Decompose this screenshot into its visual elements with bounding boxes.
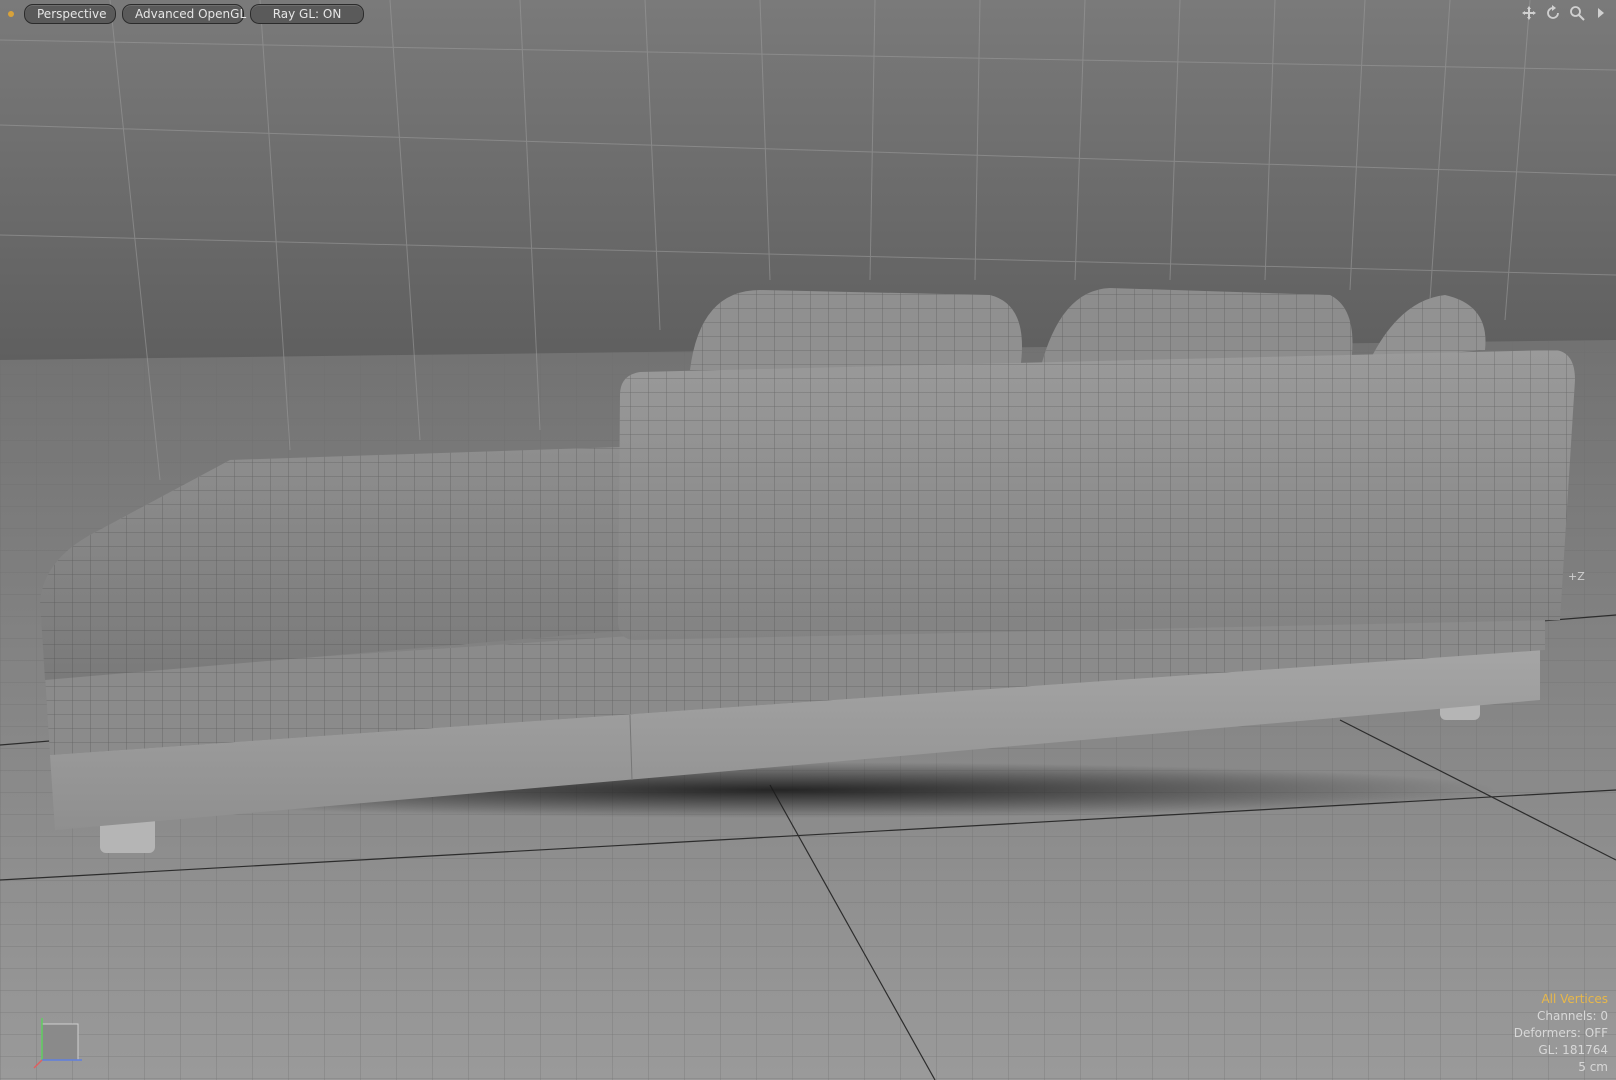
viewport-nav-icons <box>1520 4 1610 22</box>
menu-arrow-icon[interactable] <box>1592 4 1610 22</box>
viewport-info: All Vertices Channels: 0 Deformers: OFF … <box>1514 991 1608 1076</box>
selection-mode-label: All Vertices <box>1541 992 1608 1006</box>
axis-gizmo <box>26 1012 86 1072</box>
deformers-label: Deformers: OFF <box>1513 1026 1608 1040</box>
viewport-menu-dot[interactable] <box>8 11 14 17</box>
axis-z-label: +Z <box>1568 570 1585 583</box>
gl-count-label: GL: 181764 <box>1538 1043 1608 1057</box>
ray-gl-toggle[interactable]: Ray GL: ON <box>250 4 364 24</box>
viewport-toolbar: Perspective Advanced OpenGL Ray GL: ON <box>0 0 1616 28</box>
3d-viewport[interactable]: Perspective Advanced OpenGL Ray GL: ON +… <box>0 0 1616 1080</box>
channels-label: Channels: 0 <box>1536 1009 1608 1023</box>
grid-unit-label: 5 cm <box>1578 1060 1608 1074</box>
scene-render <box>0 0 1616 1080</box>
zoom-icon[interactable] <box>1568 4 1586 22</box>
shading-mode-button[interactable]: Advanced OpenGL <box>122 4 246 24</box>
rotate-icon[interactable] <box>1544 4 1562 22</box>
view-type-button[interactable]: Perspective <box>24 4 116 24</box>
pan-icon[interactable] <box>1520 4 1538 22</box>
